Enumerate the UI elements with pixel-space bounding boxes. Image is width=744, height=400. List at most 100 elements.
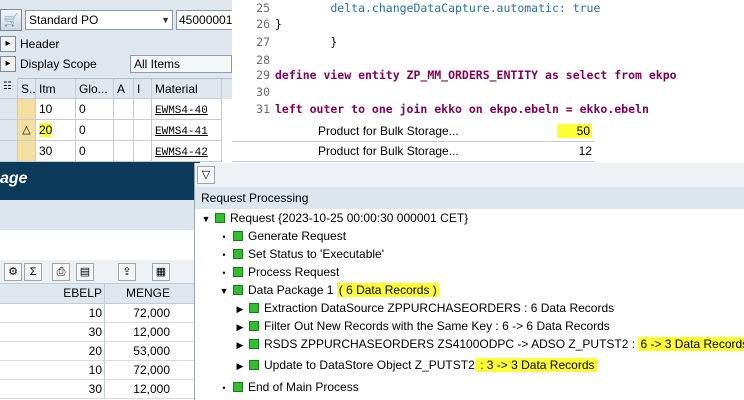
export-icon[interactable]: ⇪ bbox=[118, 263, 136, 281]
panel-title: Request Processing bbox=[195, 187, 744, 209]
status-green-icon bbox=[249, 303, 259, 313]
purchase-order-window: 🛒 Standard PO ▼ 45000001 ▸ Header ▸ Disp… bbox=[0, 0, 232, 162]
table-row[interactable]: 10 72,000 bbox=[0, 304, 200, 323]
expand-icon[interactable]: ▸ bbox=[0, 56, 16, 72]
column-header[interactable]: Itm bbox=[36, 79, 76, 99]
expand-icon[interactable]: ▶ bbox=[235, 318, 245, 336]
data-preview-table: ⚙ Σ ⎙ ▤ ⇪ ▦ EBELP MENGE 10 72,000 30 12,… bbox=[0, 260, 200, 400]
line-number: 30 bbox=[256, 85, 270, 99]
i-cell bbox=[134, 120, 152, 141]
table-row[interactable]: 10 0 EWMS4-40 bbox=[18, 99, 232, 120]
tree-node-request[interactable]: ▼ Request {2023-10-25 00:00:30 000001 CET… bbox=[201, 209, 469, 228]
status-green-icon bbox=[249, 339, 259, 349]
status-green-icon bbox=[249, 321, 259, 331]
table-row[interactable]: 20 53,000 bbox=[0, 342, 200, 361]
quantity-cell[interactable]: 12 bbox=[579, 144, 592, 158]
layout-icon[interactable]: ▦ bbox=[152, 263, 170, 281]
column-header[interactable]: I bbox=[134, 79, 152, 99]
table-row[interactable]: 30 0 EWMS4-42 bbox=[18, 141, 232, 162]
column-header[interactable]: A bbox=[114, 79, 134, 99]
grid-settings-icon[interactable]: ☷ bbox=[0, 78, 18, 99]
glo-cell[interactable]: 0 bbox=[76, 120, 114, 141]
tree-node-end[interactable]: • End of Main Process bbox=[219, 378, 358, 396]
header-label: Header bbox=[20, 37, 60, 51]
expand-icon[interactable]: ▶ bbox=[235, 300, 245, 318]
expand-icon[interactable]: ▸ bbox=[0, 36, 16, 52]
table-row[interactable]: Product for Bulk Storage... 12 bbox=[232, 142, 594, 162]
glo-cell[interactable]: 0 bbox=[76, 99, 114, 120]
code-line[interactable]: define view entity ZP_MM_ORDERS_ENTITY a… bbox=[275, 68, 677, 82]
line-number: 25 bbox=[256, 1, 270, 15]
chevron-down-icon: ▼ bbox=[161, 15, 170, 25]
quantity-cell[interactable]: 50 bbox=[556, 124, 592, 138]
cart-icon[interactable]: 🛒 bbox=[0, 9, 22, 31]
column-header[interactable]: S.. bbox=[18, 79, 36, 99]
code-editor[interactable]: 25 delta.changeDataCapture.automatic: tr… bbox=[232, 0, 744, 122]
column-header[interactable]: MENGE bbox=[110, 286, 170, 300]
row-selector[interactable] bbox=[0, 99, 18, 120]
warning-icon[interactable]: △ bbox=[18, 120, 36, 141]
status-green-icon bbox=[215, 213, 225, 223]
row-selector[interactable] bbox=[0, 141, 18, 162]
a-cell bbox=[114, 120, 134, 141]
status-cell[interactable] bbox=[18, 141, 36, 162]
item-cell[interactable]: 20 bbox=[39, 123, 53, 137]
node-label: Data Package 1 bbox=[248, 283, 337, 297]
code-line[interactable]: } bbox=[275, 35, 337, 49]
tree-node-step[interactable]: • Generate Request bbox=[219, 227, 346, 245]
product-description: Product for Bulk Storage... bbox=[318, 144, 459, 158]
i-cell bbox=[134, 99, 152, 120]
table-row[interactable]: 30 12,000 bbox=[0, 380, 200, 399]
bullet-icon: • bbox=[222, 250, 226, 260]
tree-node-substep[interactable]: ▶ Filter Out New Records with the Same Ke… bbox=[235, 317, 610, 335]
expand-icon[interactable]: ▶ bbox=[235, 357, 245, 375]
column-header[interactable]: Material bbox=[152, 79, 222, 99]
views-icon[interactable]: ▤ bbox=[76, 263, 94, 281]
filter-icon[interactable]: ⚙ bbox=[4, 263, 22, 281]
code-line[interactable]: left outer to one join ekko on ekpo.ebel… bbox=[275, 102, 649, 116]
status-green-icon bbox=[249, 360, 259, 370]
status-green-icon bbox=[233, 267, 243, 277]
code-line[interactable]: } bbox=[275, 17, 282, 31]
table-row[interactable]: 30 12,000 bbox=[0, 323, 200, 342]
print-icon[interactable]: ⎙ bbox=[52, 263, 70, 281]
collapse-icon[interactable]: ▼ bbox=[219, 282, 229, 300]
table-row[interactable]: 10 72,000 bbox=[0, 361, 200, 380]
line-number: 26 bbox=[256, 17, 270, 31]
record-count-highlight: 6 -> 3 Data Records bbox=[638, 337, 744, 351]
ebelp-cell: 10 bbox=[88, 363, 102, 377]
menge-cell: 53,000 bbox=[133, 344, 170, 358]
material-link[interactable]: EWMS4-41 bbox=[155, 126, 208, 138]
po-type-select[interactable]: Standard PO ▼ bbox=[25, 10, 173, 30]
expand-icon[interactable]: ▶ bbox=[235, 336, 245, 354]
tree-node-substep[interactable]: ▶ RSDS ZPPURCHASEORDERS ZS4100ODPC -> ADS… bbox=[235, 335, 744, 353]
node-label: Generate Request bbox=[248, 229, 347, 243]
code-line[interactable]: delta.changeDataCapture.automatic: true bbox=[275, 1, 600, 15]
tree-node-step[interactable]: • Set Status to 'Executable' bbox=[219, 245, 384, 263]
sum-icon[interactable]: Σ bbox=[24, 263, 42, 281]
status-cell[interactable] bbox=[18, 99, 36, 120]
glo-cell[interactable]: 0 bbox=[76, 141, 114, 162]
material-link[interactable]: EWMS4-42 bbox=[155, 147, 208, 159]
header-section-toggle[interactable]: ▸ Header bbox=[0, 34, 232, 54]
item-cell[interactable]: 30 bbox=[36, 141, 76, 162]
column-header[interactable]: Glo... bbox=[76, 79, 114, 99]
stage-subheader bbox=[0, 200, 200, 230]
row-selector[interactable] bbox=[0, 120, 18, 141]
ebelp-cell: 10 bbox=[88, 306, 102, 320]
collapse-icon[interactable]: ▼ bbox=[201, 210, 211, 228]
column-header[interactable]: EBELP bbox=[38, 286, 102, 300]
a-cell bbox=[114, 141, 134, 162]
table-row[interactable]: △ 20 0 EWMS4-41 bbox=[18, 120, 232, 141]
tree-node-step[interactable]: • Process Request bbox=[219, 263, 339, 281]
tree-node-substep[interactable]: ▶ Update to DataStore Object Z_PUTST2 : 3… bbox=[235, 356, 597, 374]
po-number-field[interactable]: 45000001 bbox=[176, 10, 232, 30]
collapse-icon[interactable]: ▽ bbox=[197, 166, 215, 184]
material-link[interactable]: EWMS4-40 bbox=[155, 105, 208, 117]
display-scope-select[interactable]: All Items bbox=[130, 55, 232, 73]
tree-node-data-package[interactable]: ▼ Data Package 1 ( 6 Data Records ) bbox=[219, 281, 439, 299]
tree-node-substep[interactable]: ▶ Extraction DataSource ZPPURCHASEORDERS … bbox=[235, 299, 615, 318]
table-row[interactable]: Product for Bulk Storage... 50 bbox=[232, 122, 594, 142]
display-scope-label: Display Scope bbox=[20, 57, 97, 71]
item-cell[interactable]: 10 bbox=[36, 99, 76, 120]
